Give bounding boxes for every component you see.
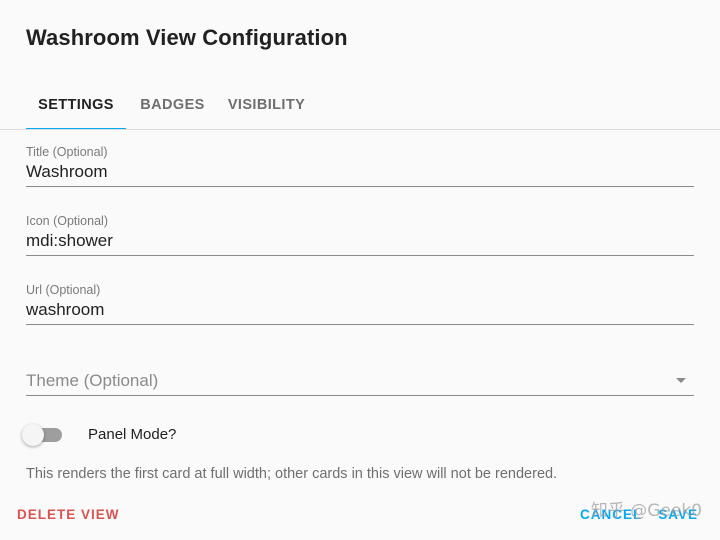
icon-field-label: Icon (Optional) — [26, 214, 108, 228]
tab-settings-label: SETTINGS — [38, 97, 114, 113]
title-field-label: Title (Optional) — [26, 145, 108, 159]
tab-settings[interactable]: SETTINGS — [26, 80, 126, 130]
panel-mode-helper-text: This renders the first card at full widt… — [26, 466, 558, 482]
url-field-label: Url (Optional) — [26, 283, 101, 297]
dialog-title: Washroom View Configuration — [26, 25, 348, 50]
title-input[interactable]: Washroom — [26, 161, 694, 183]
url-field-underline — [26, 324, 694, 325]
view-config-dialog: Washroom View Configuration SETTINGS BAD… — [0, 0, 720, 540]
icon-field[interactable]: Icon (Optional) mdi:shower — [26, 214, 694, 256]
tab-badges-label: BADGES — [140, 97, 205, 113]
tab-badges[interactable]: BADGES — [126, 80, 219, 130]
icon-input[interactable]: mdi:shower — [26, 230, 694, 252]
tab-visibility-label: VISIBILITY — [227, 97, 306, 113]
url-field[interactable]: Url (Optional) washroom — [26, 283, 694, 325]
theme-select-placeholder: Theme (Optional) — [26, 371, 159, 390]
cancel-button[interactable]: CANCEL — [576, 507, 646, 522]
theme-select-underline — [26, 395, 694, 396]
title-field[interactable]: Title (Optional) Washroom — [26, 145, 694, 187]
tab-bar: SETTINGS BADGES VISIBILITY — [26, 80, 314, 130]
panel-mode-label: Panel Mode? — [88, 426, 177, 443]
tab-divider — [0, 129, 720, 130]
delete-view-button[interactable]: DELETE VIEW — [10, 500, 127, 528]
panel-mode-toggle[interactable] — [22, 424, 62, 446]
url-input[interactable]: washroom — [26, 299, 694, 321]
title-field-underline — [26, 186, 694, 187]
tab-visibility[interactable]: VISIBILITY — [219, 80, 314, 130]
toggle-knob[interactable] — [22, 424, 44, 446]
theme-select[interactable]: Theme (Optional) — [26, 367, 694, 397]
save-button[interactable]: SAVE — [654, 507, 702, 522]
icon-field-underline — [26, 255, 694, 256]
dialog-actions: CANCEL SAVE — [576, 500, 702, 528]
dropdown-arrow-icon[interactable] — [676, 378, 686, 383]
